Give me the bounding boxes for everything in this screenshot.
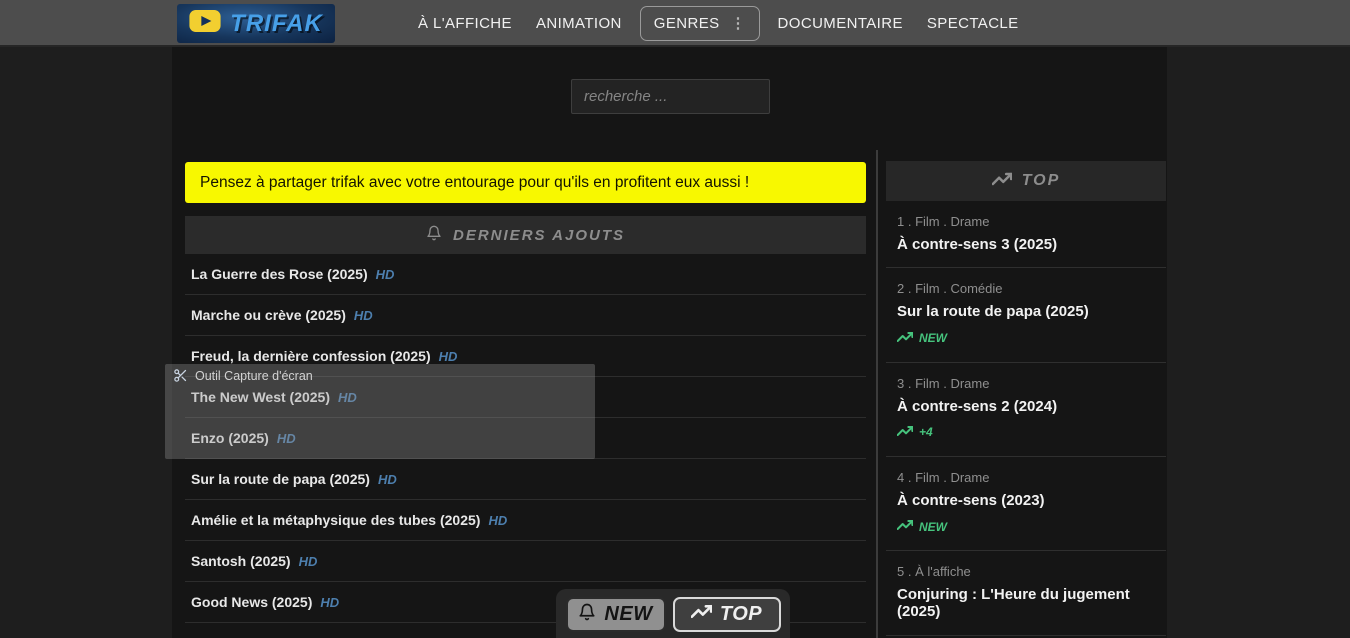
ranking-title: À contre-sens 2 (2024) (897, 397, 1058, 415)
quality-badge: HD (353, 307, 373, 323)
bell-icon (578, 603, 596, 627)
movie-list-item[interactable]: Amélie et la métaphysique des tubes (202… (185, 500, 866, 541)
trending-up-icon (896, 517, 914, 536)
nav-menu: À L'AFFICHE ANIMATION GENRES ⋮ DOCUMENTA… (418, 0, 1019, 47)
ranking-meta: 5 . À l'affiche (897, 564, 971, 579)
movie-title: Freud, la dernière confession (2025) (191, 348, 431, 364)
quality-badge: HD (375, 266, 395, 282)
movie-list-item[interactable]: Sur la route de papa (2025) HD (185, 459, 866, 500)
navbar: TRIFAK À L'AFFICHE ANIMATION GENRES ⋮ DO… (0, 0, 1350, 47)
top-button[interactable]: TOP (672, 597, 781, 632)
ranking-meta: 2 . Film . Comédie (897, 281, 1003, 297)
snipping-tool-title: Outil Capture d'écran (195, 368, 313, 383)
trend-badge-label: NEW (919, 519, 947, 534)
ranking-title: À contre-sens (2023) (897, 491, 1045, 509)
top-ranking-header: TOP (886, 161, 1166, 201)
quality-badge: HD (377, 471, 397, 487)
movie-title: Santosh (2025) (191, 553, 291, 569)
top-ranking-list: 1 . Film . Drame À contre-sens 3 (2025) … (886, 201, 1166, 636)
vertical-divider (876, 150, 878, 638)
search-input[interactable] (571, 79, 770, 114)
movie-list-item[interactable]: Santosh (2025) HD (185, 541, 866, 582)
ranking-title: Conjuring : L'Heure du jugement (2025) (897, 586, 1130, 621)
share-banner: Pensez à partager trifak avec votre ento… (185, 162, 866, 203)
latest-additions-title: DERNIERS AJOUTS (453, 226, 625, 244)
ranking-meta: 3 . Film . Drame (897, 375, 990, 391)
movie-title: Amélie et la métaphysique des tubes (202… (191, 512, 481, 528)
ranking-title: À contre-sens 3 (2025) (897, 236, 1058, 253)
movie-title: Marche ou crève (2025) (191, 307, 346, 323)
quality-badge: HD (438, 348, 458, 364)
quality-badge: HD (298, 553, 318, 569)
vertical-dots-icon: ⋮ (730, 14, 746, 32)
nav-item-animation[interactable]: ANIMATION (536, 15, 622, 32)
nav-item-genres-label: GENRES (653, 15, 720, 32)
scissors-icon (173, 368, 188, 383)
trend-badge: NEW (896, 517, 1160, 536)
movie-list-item[interactable]: Marche ou crève (2025) HD (185, 295, 866, 336)
quality-badge: HD (488, 512, 508, 528)
trend-badge: NEW (896, 329, 1160, 348)
nav-item-genres[interactable]: GENRES ⋮ (639, 6, 760, 41)
nav-item-a-laffiche[interactable]: À L'AFFICHE (418, 15, 512, 32)
new-button-label: NEW (604, 603, 653, 625)
site-logo[interactable]: TRIFAK (177, 4, 335, 43)
trend-badge-label: NEW (919, 331, 947, 345)
nav-item-spectacle[interactable]: SPECTACLE (927, 15, 1019, 32)
bell-icon (426, 225, 442, 245)
trending-up-icon (991, 169, 1013, 194)
top-ranking-title: TOP (1021, 172, 1061, 189)
ranking-meta: 1 . Film . Drame (897, 214, 990, 229)
top-ranking-item[interactable]: 5 . À l'affiche Conjuring : L'Heure du j… (886, 551, 1166, 636)
top-ranking-item[interactable]: 1 . Film . Drame À contre-sens 3 (2025) (886, 201, 1166, 269)
play-icon (189, 10, 221, 37)
movie-title: Good News (2025) (191, 594, 313, 610)
trend-badge: +4 (896, 423, 1160, 442)
trend-badge-label: +4 (919, 425, 933, 440)
snipping-tool-titlebar: Outil Capture d'écran (165, 364, 595, 383)
logo-text: TRIFAK (230, 9, 323, 37)
top-ranking-item[interactable]: 3 . Film . Drame À contre-sens 2 (2024) … (886, 363, 1166, 457)
bottom-floating-nav: NEW TOP (556, 589, 790, 638)
nav-item-documentaire[interactable]: DOCUMENTAIRE (778, 15, 903, 32)
top-ranking-item[interactable]: 4 . Film . Drame À contre-sens (2023) NE… (886, 457, 1166, 551)
page: TRIFAK À L'AFFICHE ANIMATION GENRES ⋮ DO… (0, 0, 1350, 638)
quality-badge: HD (320, 594, 340, 610)
ranking-meta: 4 . Film . Drame (897, 469, 990, 485)
movie-title: La Guerre des Rose (2025) (191, 266, 368, 282)
movie-list-item[interactable]: La Guerre des Rose (2025) HD (185, 254, 866, 295)
trending-up-icon (896, 423, 914, 442)
snipping-tool-window[interactable]: Outil Capture d'écran (165, 364, 595, 459)
top-button-label: TOP (719, 603, 763, 625)
ranking-title: Sur la route de papa (2025) (897, 303, 1089, 321)
movie-title: Sur la route de papa (2025) (191, 471, 370, 487)
trending-up-icon (690, 601, 713, 628)
latest-additions-header: DERNIERS AJOUTS (185, 216, 866, 254)
top-ranking-item[interactable]: 2 . Film . Comédie Sur la route de papa … (886, 268, 1166, 363)
trending-up-icon (896, 329, 914, 348)
new-button[interactable]: NEW (565, 597, 666, 632)
